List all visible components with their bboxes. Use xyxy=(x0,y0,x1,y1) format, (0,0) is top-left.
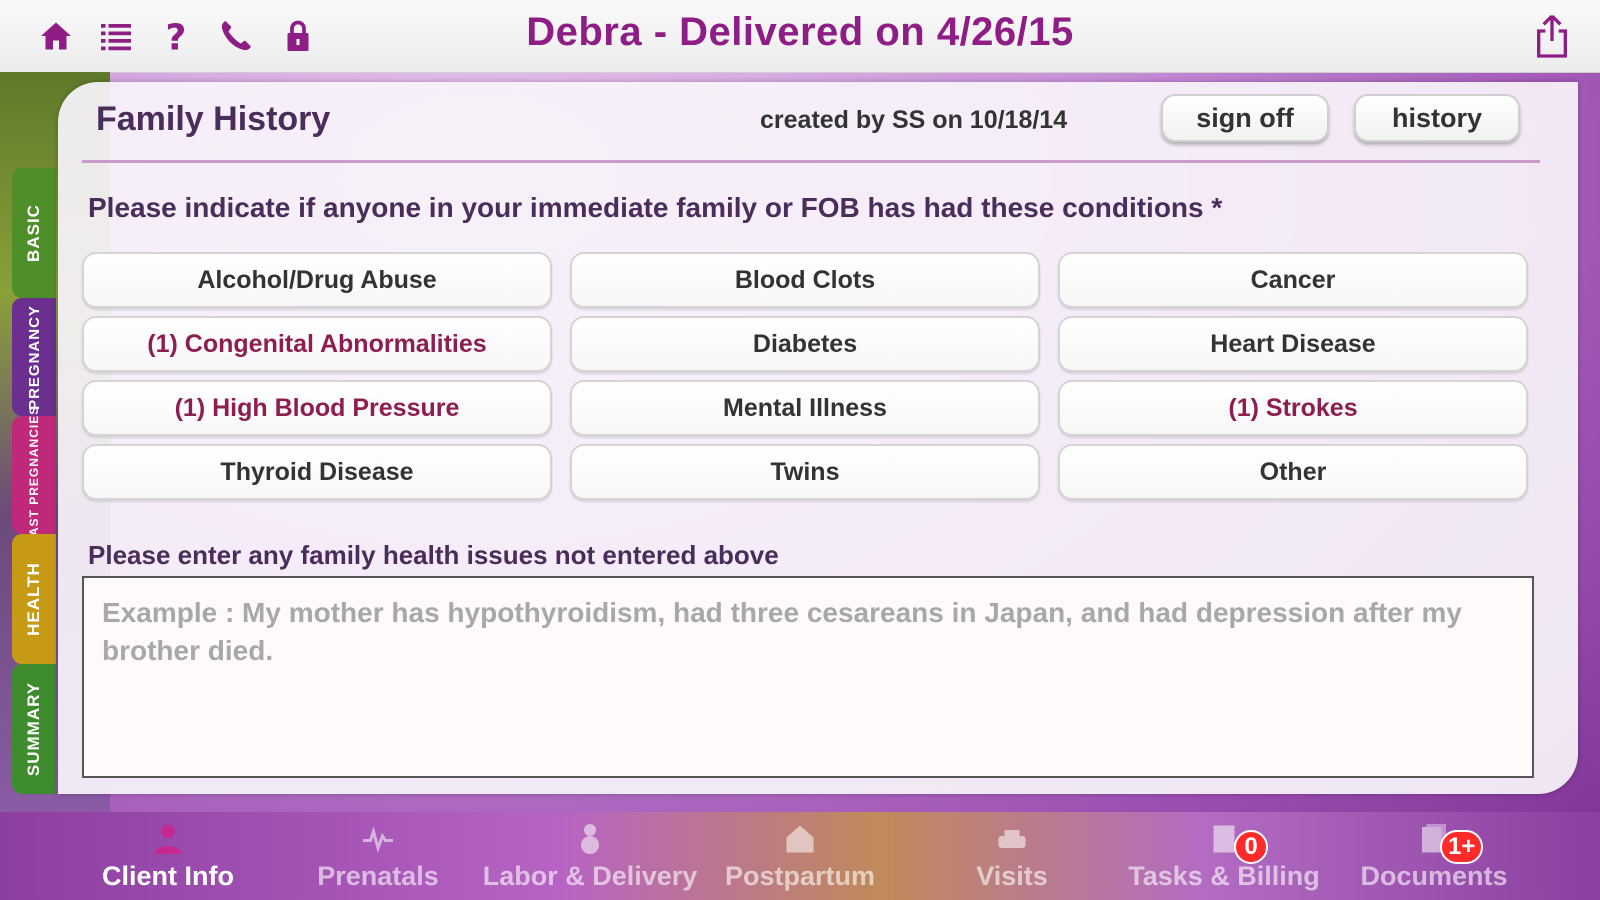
nav-label: Tasks & Billing xyxy=(1128,861,1320,891)
condition-button-diabetes[interactable]: Diabetes xyxy=(570,316,1040,372)
nav-label: Postpartum xyxy=(724,861,876,891)
top-bar: ? Debra - Delivered on 4/26/15 xyxy=(0,0,1600,73)
condition-button-heart-disease[interactable]: Heart Disease xyxy=(1058,316,1528,372)
car-icon xyxy=(994,821,1030,857)
nav-tasks-billing[interactable]: Tasks & Billing 0 xyxy=(1114,812,1334,900)
house-icon xyxy=(782,821,818,857)
nav-labor-delivery[interactable]: Labor & Delivery xyxy=(480,812,700,900)
condition-button-blood-clots[interactable]: Blood Clots xyxy=(570,252,1040,308)
nav-label: Client Info xyxy=(102,861,234,891)
condition-button-twins[interactable]: Twins xyxy=(570,444,1040,500)
nav-label: Visits xyxy=(976,861,1048,891)
condition-button-congenital-abnormalities[interactable]: (1) Congenital Abnormalities xyxy=(82,316,552,372)
side-tab-health[interactable]: HEALTH xyxy=(12,534,56,664)
condition-button-mental-illness[interactable]: Mental Illness xyxy=(570,380,1040,436)
share-icon[interactable] xyxy=(1532,12,1572,60)
baby-icon xyxy=(572,821,608,857)
nav-visits[interactable]: Visits xyxy=(902,812,1122,900)
sign-off-button[interactable]: sign off xyxy=(1161,94,1329,142)
nav-postpartum[interactable]: Postpartum xyxy=(690,812,910,900)
condition-button-other[interactable]: Other xyxy=(1058,444,1528,500)
page-title: Debra - Delivered on 4/26/15 xyxy=(526,10,1074,54)
condition-button-high-blood-pressure[interactable]: (1) High Blood Pressure xyxy=(82,380,552,436)
notes-label: Please enter any family health issues no… xyxy=(88,540,779,570)
person-icon xyxy=(150,821,186,857)
conditions-question: Please indicate if anyone in your immedi… xyxy=(88,192,1223,223)
count-badge: 0 xyxy=(1234,830,1268,864)
nav-label: Labor & Delivery xyxy=(482,861,698,891)
bottom-nav: Client Info Prenatals Labor & Delivery Post… xyxy=(0,812,1600,900)
nav-label: Prenatals xyxy=(317,861,439,891)
condition-button-alcohol-drug-abuse[interactable]: Alcohol/Drug Abuse xyxy=(82,252,552,308)
condition-button-cancer[interactable]: Cancer xyxy=(1058,252,1528,308)
side-tab-summary[interactable]: SUMMARY xyxy=(12,664,56,794)
nav-client-info[interactable]: Client Info xyxy=(58,812,278,900)
created-info: created by SS on 10/18/14 xyxy=(760,106,1068,134)
condition-button-thyroid-disease[interactable]: Thyroid Disease xyxy=(82,444,552,500)
section-title: Family History xyxy=(96,100,331,138)
side-tab-pregnancy[interactable]: PREGNANCY xyxy=(12,298,56,416)
count-badge: 1+ xyxy=(1440,830,1484,864)
side-tab-past-pregnancies[interactable]: PAST PREGNANCIES xyxy=(12,406,56,544)
nav-label: Documents xyxy=(1360,861,1508,891)
history-button[interactable]: history xyxy=(1354,94,1520,142)
notes-placeholder: Example : My mother has hypothyroidism, … xyxy=(102,597,1462,666)
side-tab-basic[interactable]: BASIC xyxy=(12,168,56,298)
divider xyxy=(82,160,1540,163)
nav-prenatals[interactable]: Prenatals xyxy=(268,812,488,900)
family-history-card: Family History created by SS on 10/18/14… xyxy=(58,82,1578,794)
nav-documents[interactable]: Documents 1+ xyxy=(1324,812,1544,900)
condition-button-strokes[interactable]: (1) Strokes xyxy=(1058,380,1528,436)
heartbeat-icon xyxy=(360,821,396,857)
family-health-notes-field[interactable]: Example : My mother has hypothyroidism, … xyxy=(82,576,1534,778)
